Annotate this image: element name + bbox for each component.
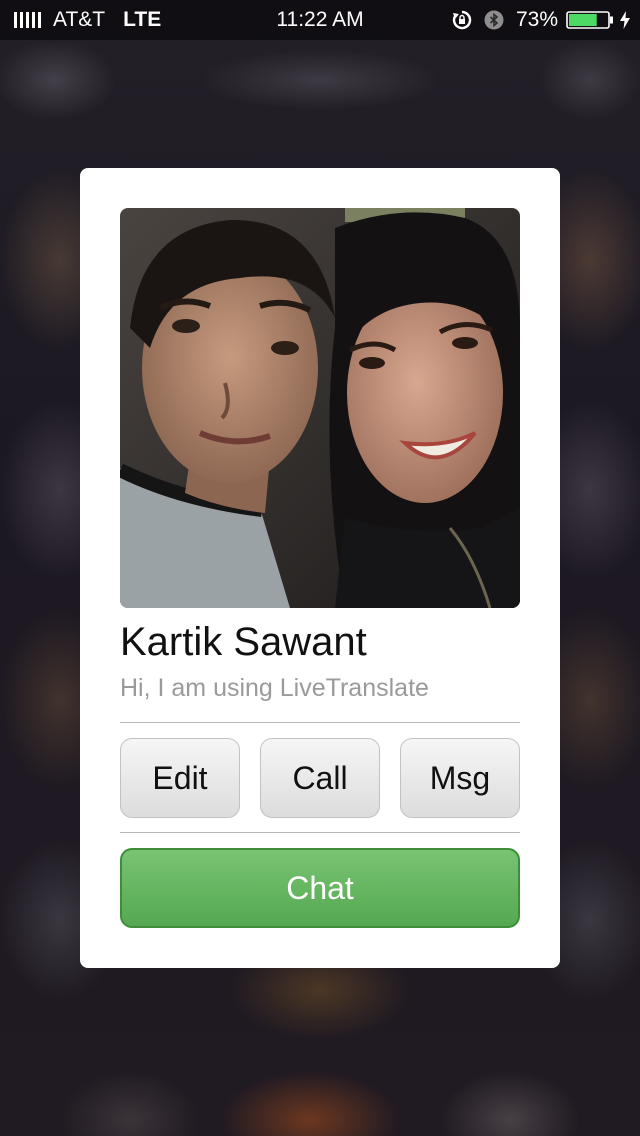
charging-bolt-icon: [620, 11, 630, 29]
bluetooth-icon: [484, 10, 504, 30]
contact-status-message: Hi, I am using LiveTranslate: [120, 674, 429, 702]
rotation-lock-icon: [452, 10, 472, 30]
contact-photo: [120, 208, 520, 608]
call-button[interactable]: Call: [260, 738, 380, 818]
status-right: 73%: [452, 8, 630, 32]
divider: [120, 832, 520, 833]
msg-button[interactable]: Msg: [400, 738, 520, 818]
battery-percent: 73%: [515, 8, 558, 31]
divider: [120, 722, 520, 723]
battery-icon: [566, 11, 613, 29]
chat-button[interactable]: Chat: [120, 848, 520, 928]
contact-card: Kartik Sawant Hi, I am using LiveTransla…: [80, 168, 560, 968]
contact-name: Kartik Sawant: [120, 620, 367, 664]
status-bar: AT&T LTE 11:22 AM 73%: [0, 0, 640, 40]
edit-button[interactable]: Edit: [120, 738, 240, 818]
